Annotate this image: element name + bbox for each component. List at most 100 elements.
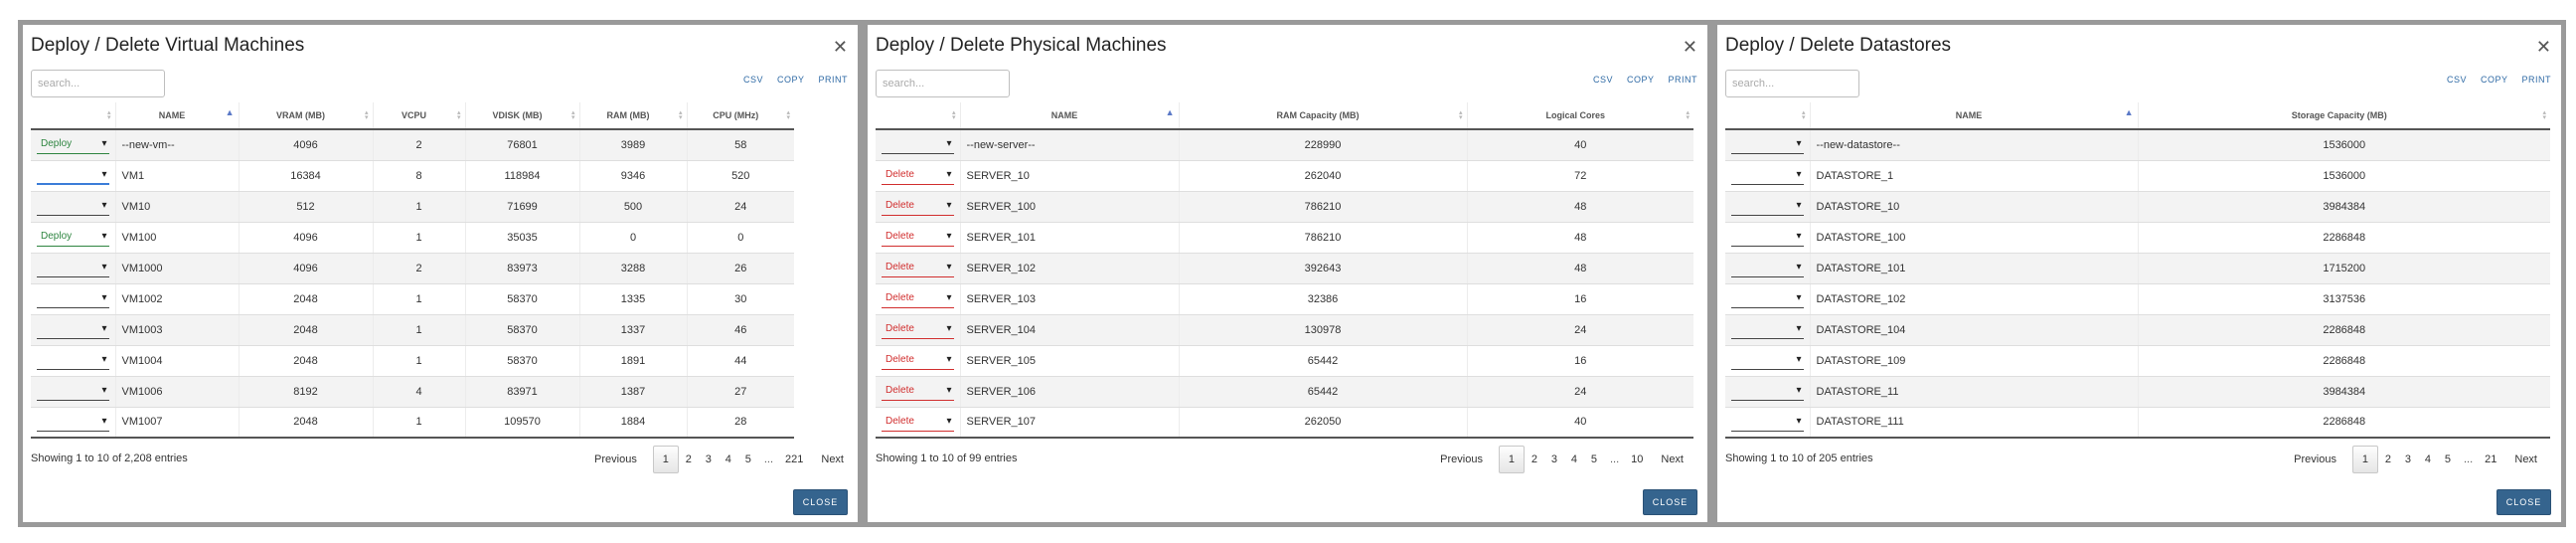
action-select[interactable]: Delete ▾ (882, 259, 954, 277)
page-button[interactable]: 3 (1544, 447, 1564, 472)
column-header[interactable]: NAME ▲ (960, 102, 1180, 130)
column-header[interactable]: VDISK (MB) ▴ ▾ (465, 102, 580, 130)
copy-button[interactable]: COPY (1627, 75, 1655, 85)
page-button[interactable]: 1 (652, 446, 679, 473)
action-value: Delete (886, 415, 914, 427)
csv-button[interactable]: CSV (1593, 75, 1613, 85)
next-page-button[interactable]: Next (1655, 447, 1690, 472)
column-header[interactable]: RAM Capacity (MB) ▴ ▾ (1179, 102, 1468, 130)
page-button[interactable]: 5 (1584, 447, 1604, 472)
value-cell: 24 (1467, 314, 1693, 346)
page-button[interactable]: 221 (779, 447, 809, 472)
column-header[interactable]: Logical Cores ▴ ▾ (1467, 102, 1693, 130)
action-select[interactable]: ▾ (1731, 259, 1804, 277)
csv-button[interactable]: CSV (2447, 75, 2467, 85)
search-input[interactable] (876, 70, 1010, 97)
page-button[interactable]: 3 (2398, 447, 2418, 472)
action-select[interactable]: ▾ (1731, 320, 1804, 339)
close-button[interactable]: CLOSE (793, 489, 848, 515)
action-select[interactable]: Delete ▾ (882, 289, 954, 308)
column-header[interactable]: NAME ▲ (115, 102, 240, 130)
close-button[interactable]: CLOSE (2496, 489, 2551, 515)
chevron-down-icon: ▾ (946, 138, 952, 150)
action-select[interactable]: ▾ (1731, 413, 1804, 432)
next-page-button[interactable]: Next (2508, 447, 2543, 472)
action-select[interactable]: Deploy ▾ (37, 135, 109, 155)
action-select[interactable]: ▾ (37, 197, 109, 216)
close-icon[interactable]: ✕ (833, 38, 848, 56)
print-button[interactable]: PRINT (2522, 75, 2552, 85)
action-select[interactable]: ▾ (882, 135, 954, 155)
print-button[interactable]: PRINT (1669, 75, 1698, 85)
action-select[interactable]: ▾ (1731, 197, 1804, 216)
action-select[interactable]: ▾ (37, 413, 109, 432)
page-button[interactable]: 10 (1625, 447, 1649, 472)
previous-page-button[interactable]: Previous (1434, 447, 1489, 472)
search-input[interactable] (1725, 70, 1859, 97)
previous-page-button[interactable]: Previous (2288, 447, 2342, 472)
column-label: NAME (1050, 110, 1078, 120)
action-select[interactable]: ▾ (1731, 135, 1804, 155)
page-button[interactable]: 5 (738, 447, 758, 472)
action-select[interactable]: Delete ▾ (882, 228, 954, 247)
previous-page-button[interactable]: Previous (588, 447, 643, 472)
print-button[interactable]: PRINT (819, 75, 849, 85)
dialog-title: Deploy / Delete Datastores (1725, 35, 1952, 56)
action-select[interactable]: ▾ (1731, 166, 1804, 185)
chevron-down-icon: ▾ (946, 354, 952, 365)
action-select[interactable]: ▾ (37, 166, 109, 185)
sort-icon: ▴ ▾ (1801, 109, 1806, 121)
action-select[interactable]: Delete ▾ (882, 197, 954, 216)
copy-button[interactable]: COPY (2481, 75, 2508, 85)
chevron-down-icon: ▾ (1796, 292, 1802, 303)
action-select[interactable]: ▾ (1731, 351, 1804, 370)
close-icon[interactable]: ✕ (1683, 38, 1697, 56)
action-select[interactable]: Delete ▾ (882, 320, 954, 339)
page-button[interactable]: 1 (2351, 446, 2378, 473)
column-header[interactable]: ▴ ▾ (31, 102, 116, 130)
action-select[interactable]: ▾ (37, 259, 109, 277)
column-header[interactable]: RAM (MB) ▴ ▾ (579, 102, 688, 130)
action-select[interactable]: ▾ (1731, 382, 1804, 401)
page-button[interactable]: 21 (2479, 447, 2502, 472)
value-cell: 4096 (239, 129, 374, 161)
column-header[interactable]: ▴ ▾ (876, 102, 961, 130)
action-select[interactable]: Deploy ▾ (37, 228, 109, 247)
page-button[interactable]: 4 (1564, 447, 1584, 472)
page-button[interactable]: 4 (2418, 447, 2438, 472)
column-header[interactable]: NAME ▲ (1810, 102, 2139, 130)
copy-button[interactable]: COPY (777, 75, 805, 85)
csv-button[interactable]: CSV (743, 75, 763, 85)
action-select[interactable]: ▾ (37, 351, 109, 370)
action-select[interactable]: ▾ (1731, 228, 1804, 247)
page-button[interactable]: 2 (1525, 447, 1544, 472)
table-row: ▾ VM1000 4096 2 83973 3288 26 (31, 253, 794, 284)
column-header[interactable]: Storage Capacity (MB) ▴ ▾ (2138, 102, 2550, 130)
column-header[interactable]: CPU (MHz) ▴ ▾ (687, 102, 794, 130)
close-icon[interactable]: ✕ (2536, 38, 2551, 56)
table-row: ▾ VM1002 2048 1 58370 1335 30 (31, 283, 794, 315)
action-select[interactable]: Delete ▾ (882, 413, 954, 432)
close-button[interactable]: CLOSE (1643, 489, 1697, 515)
page-button[interactable]: 3 (699, 447, 719, 472)
column-header[interactable]: ▴ ▾ (1725, 102, 1811, 130)
action-select[interactable]: Delete ▾ (882, 166, 954, 185)
page-button[interactable]: 4 (719, 447, 738, 472)
action-select[interactable]: ▾ (37, 320, 109, 339)
action-select[interactable]: ▾ (1731, 289, 1804, 308)
page-button[interactable]: 1 (1498, 446, 1525, 473)
value-cell: 2048 (239, 407, 374, 439)
action-select[interactable]: Delete ▾ (882, 351, 954, 370)
table-row: ▾ VM1007 2048 1 109570 1884 28 (31, 407, 794, 439)
page-button[interactable]: 2 (679, 447, 699, 472)
column-header[interactable]: VCPU ▴ ▾ (373, 102, 466, 130)
page-button[interactable]: 5 (2438, 447, 2458, 472)
next-page-button[interactable]: Next (815, 447, 850, 472)
action-select[interactable]: ▾ (37, 382, 109, 401)
search-input[interactable] (31, 70, 165, 97)
action-select[interactable]: ▾ (37, 289, 109, 308)
column-header[interactable]: VRAM (MB) ▴ ▾ (239, 102, 374, 130)
action-select[interactable]: Delete ▾ (882, 382, 954, 401)
page-button[interactable]: 2 (2378, 447, 2398, 472)
table-row: ▾ DATASTORE_111 2286848 (1725, 407, 2550, 439)
